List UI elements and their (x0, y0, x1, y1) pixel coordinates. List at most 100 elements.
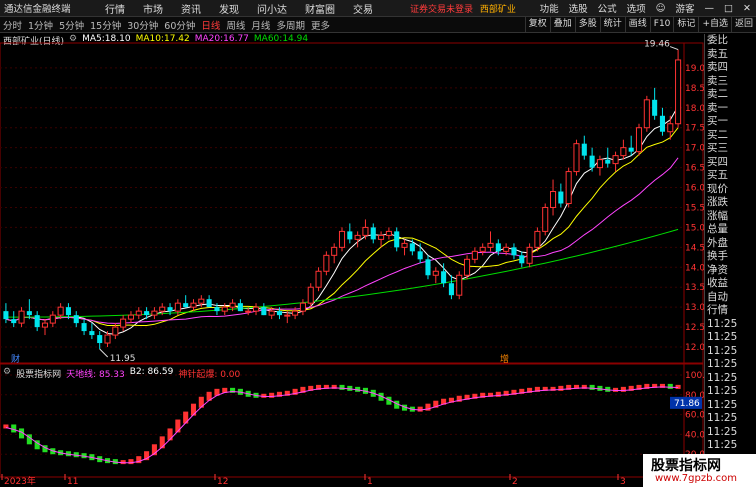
candle-body (409, 243, 415, 252)
candle-body (417, 251, 423, 260)
candle-body (26, 311, 32, 316)
main-frame (0, 42, 704, 364)
candle-body (57, 306, 64, 316)
low-price-label: 11.95 (110, 354, 136, 364)
quote-panel-item: 卖三 (707, 74, 728, 87)
indicator-bar (417, 406, 423, 412)
candle-body (370, 227, 376, 240)
quote-panel-item: 换手 (707, 250, 728, 262)
candle-body (41, 322, 49, 328)
candle-body (448, 283, 454, 296)
candle-body (65, 307, 71, 316)
kline-chart[interactable]: 19.0018.5018.0017.5017.0016.5016.0015.50… (0, 0, 756, 487)
candle-body (612, 155, 619, 165)
candle-body (307, 286, 314, 304)
indicator-current-value: 71.86 (674, 399, 700, 409)
candle-body (635, 127, 643, 153)
candle-body (331, 246, 338, 256)
candle-body (276, 311, 283, 316)
candle-body (347, 231, 353, 240)
quote-panel-item: 净资 (707, 263, 728, 276)
candle-body (362, 226, 369, 236)
event-mark: 财 (11, 353, 20, 365)
candle-body (659, 115, 665, 132)
candle-body (183, 303, 189, 308)
quote-panel-item: 外盘 (707, 236, 728, 249)
indicator-legend-item: 股票指标网 (16, 370, 62, 380)
quote-panel-item: 11:25 (707, 358, 738, 370)
indicator-icon[interactable]: ⚙ (3, 367, 11, 380)
high-marker (669, 46, 679, 51)
indicator-legend: ⚙ 股票指标网 天地线: 85.33 B2: 86.59 神针起爆: 0.00 (3, 367, 240, 380)
candle-body (299, 302, 306, 312)
candle-body (589, 155, 595, 168)
candle-body (190, 302, 197, 308)
candle-body (667, 123, 674, 133)
quote-panel-item: 11:25 (707, 412, 738, 424)
quote-panel-item: 买二 (707, 128, 728, 141)
candle-body (229, 302, 236, 308)
candle-body (206, 299, 212, 308)
quote-panel-item: 买一 (707, 115, 728, 127)
candle-body (252, 306, 260, 312)
event-mark: 增 (500, 353, 509, 365)
candle-body (284, 314, 291, 317)
candle-body (652, 99, 658, 116)
quote-panel-item: 卖二 (707, 88, 728, 100)
candle-body (581, 143, 587, 156)
candle-body (34, 315, 40, 328)
indicator-bar (183, 411, 189, 424)
quote-panel-item: 涨跌 (707, 196, 728, 208)
candle-body (441, 271, 447, 284)
candle-body (605, 159, 611, 164)
indicator-bar (128, 459, 134, 465)
candle-body (401, 242, 408, 248)
candle-body (378, 234, 385, 240)
candle-body (526, 246, 533, 264)
candle-body (354, 234, 361, 240)
indicator-bar (667, 383, 673, 389)
candle-body (73, 315, 79, 324)
quote-panel-item: 买三 (707, 142, 728, 154)
candle-body (159, 306, 166, 312)
candle-body (628, 147, 634, 152)
candle-body (221, 306, 228, 312)
candle-body (323, 254, 330, 272)
quote-panel-item: 卖一 (707, 101, 728, 114)
candle-body (167, 307, 173, 312)
quote-panel-item: 11:25 (707, 439, 738, 451)
watermark-url: www.7gpzb.com (655, 473, 737, 484)
candle-body (104, 334, 111, 344)
candle-body (11, 319, 17, 324)
candle-body (18, 310, 25, 324)
indicator-bar (190, 403, 197, 416)
candle-body (89, 331, 95, 336)
quote-panel-item: 行情 (707, 304, 728, 316)
candle-body (268, 310, 275, 316)
candle-body (620, 147, 627, 157)
indicator-line (5, 386, 679, 464)
quote-panel-item: 买五 (707, 169, 728, 181)
candle-body (261, 307, 267, 316)
quote-panel-item: 卖四 (707, 61, 728, 73)
quote-panel-item: 收益 (707, 277, 728, 289)
quote-panel-item: 11:25 (707, 317, 738, 330)
candle-body (503, 246, 510, 252)
candle-body (315, 270, 322, 288)
candle-body (97, 335, 103, 344)
ma5-line (5, 105, 679, 335)
candle-body (573, 143, 580, 173)
candle-body (394, 231, 400, 248)
candle-body (49, 314, 56, 324)
candle-body (385, 230, 392, 236)
quote-panel-item: 11:25 (707, 398, 738, 411)
date-label: 11 (67, 477, 78, 487)
indicator-bar (675, 384, 681, 389)
candle-body (511, 247, 517, 256)
candle-body (549, 191, 557, 208)
candle-body (151, 310, 158, 316)
indicator-bar (558, 385, 564, 391)
candle-body (456, 274, 463, 296)
date-label: 2 (512, 477, 518, 487)
candle-body (542, 206, 549, 232)
